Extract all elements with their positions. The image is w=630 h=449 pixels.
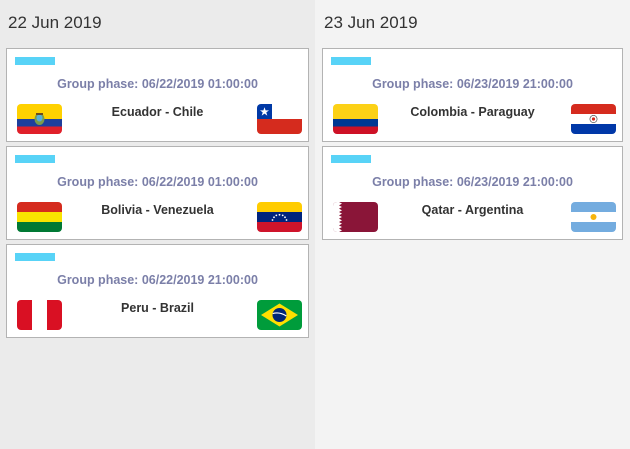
day-column-23-jun: 23 Jun 2019 Group phase: 06/23/2019 21:0… [315, 0, 630, 449]
match-card[interactable]: Group phase: 06/23/2019 21:00:00 Colombi… [322, 48, 623, 142]
match-teams: Bolivia - Venezuela [101, 203, 214, 217]
peru-flag-icon [17, 300, 62, 330]
match-phase-label: Group phase: 06/22/2019 01:00:00 [57, 77, 258, 91]
match-phase-label: Group phase: 06/22/2019 01:00:00 [57, 175, 258, 189]
match-list: Group phase: 06/23/2019 21:00:00 Colombi… [322, 48, 623, 240]
match-phase-label: Group phase: 06/23/2019 21:00:00 [372, 175, 573, 189]
match-tag-bar [15, 155, 55, 163]
day-date-heading: 22 Jun 2019 [8, 13, 102, 32]
match-teams: Colombia - Paraguay [410, 105, 535, 119]
argentina-flag-icon [571, 202, 616, 232]
match-tag-bar [15, 57, 55, 65]
bolivia-flag-icon [17, 202, 62, 232]
day-column-22-jun: 22 Jun 2019 Group phase: 06/22/2019 01:0… [0, 0, 315, 449]
paraguay-flag-icon [571, 104, 616, 134]
day-date-heading: 23 Jun 2019 [324, 13, 418, 32]
match-list: Group phase: 06/22/2019 01:00:00 Ecuador… [6, 48, 309, 338]
match-phase-label: Group phase: 06/22/2019 21:00:00 [57, 273, 258, 287]
match-teams: Ecuador - Chile [111, 105, 204, 119]
match-card[interactable]: Group phase: 06/23/2019 21:00:00 Qatar -… [322, 146, 623, 240]
colombia-flag-icon [333, 104, 378, 134]
match-teams: Qatar - Argentina [421, 203, 524, 217]
chile-flag-icon [257, 104, 302, 134]
match-card[interactable]: Group phase: 06/22/2019 01:00:00 Ecuador… [6, 48, 309, 142]
ecuador-flag-icon [17, 104, 62, 134]
match-tag-bar [331, 57, 371, 65]
match-tag-bar [331, 155, 371, 163]
match-tag-bar [15, 253, 55, 261]
match-phase-label: Group phase: 06/23/2019 21:00:00 [372, 77, 573, 91]
venezuela-flag-icon [257, 202, 302, 232]
brazil-flag-icon [257, 300, 302, 330]
match-card[interactable]: Group phase: 06/22/2019 01:00:00 Bolivia… [6, 146, 309, 240]
match-card[interactable]: Group phase: 06/22/2019 21:00:00 Peru - … [6, 244, 309, 338]
qatar-flag-icon [333, 202, 378, 232]
match-teams: Peru - Brazil [121, 301, 194, 315]
